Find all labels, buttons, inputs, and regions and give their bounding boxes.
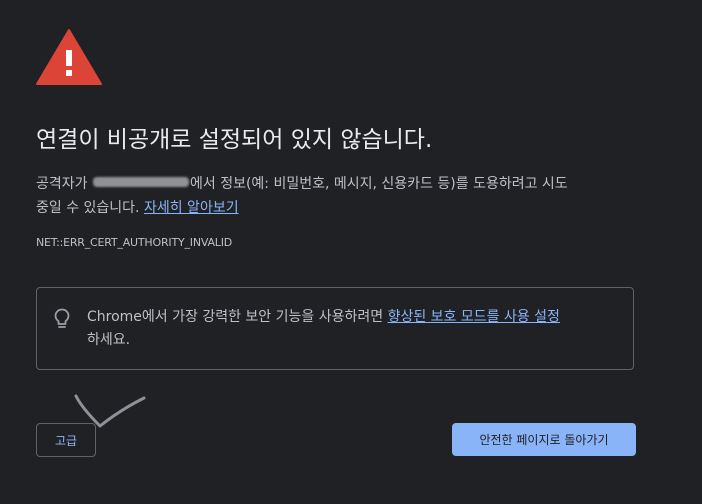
description-text-after: 에서 정보(예: 비밀번호, 메시지, 신용카드 등)를 도용하려고 시도 (189, 176, 568, 192)
description-line-2: 중일 수 있습니다. 자세히 알아보기 (36, 196, 636, 220)
warning-triangle-icon (36, 29, 102, 85)
description-text-before: 공격자가 (36, 176, 88, 192)
tip-text: Chrome에서 가장 강력한 보안 기능을 사용하려면 향상된 보호 모드를 … (87, 306, 627, 352)
enhanced-protection-tip: Chrome에서 가장 강력한 보안 기능을 사용하려면 향상된 보호 모드를 … (36, 287, 634, 370)
learn-more-link[interactable]: 자세히 알아보기 (144, 200, 239, 216)
page-title: 연결이 비공개로 설정되어 있지 않습니다. (36, 127, 433, 153)
back-to-safety-button[interactable]: 안전한 페이지로 돌아가기 (452, 423, 636, 456)
tip-line-1: Chrome에서 가장 강력한 보안 기능을 사용하려면 향상된 보호 모드를 … (87, 306, 627, 329)
interstitial-description: 공격자가 에서 정보(예: 비밀번호, 메시지, 신용카드 등)를 도용하려고 … (36, 172, 636, 220)
description-text-line2: 중일 수 있습니다. (36, 200, 140, 216)
description-line-1: 공격자가 에서 정보(예: 비밀번호, 메시지, 신용카드 등)를 도용하려고 … (36, 172, 636, 196)
redacted-domain (92, 177, 189, 187)
advanced-button[interactable]: 고급 (36, 423, 96, 457)
lightbulb-icon (54, 308, 70, 328)
error-code: NET::ERR_CERT_AUTHORITY_INVALID (36, 236, 233, 249)
enhanced-protection-link[interactable]: 향상된 보호 모드를 사용 설정 (388, 309, 560, 325)
tip-text-after-link: 하세요. (87, 332, 131, 348)
tip-text-before-link: Chrome에서 가장 강력한 보안 기능을 사용하려면 (87, 309, 384, 325)
